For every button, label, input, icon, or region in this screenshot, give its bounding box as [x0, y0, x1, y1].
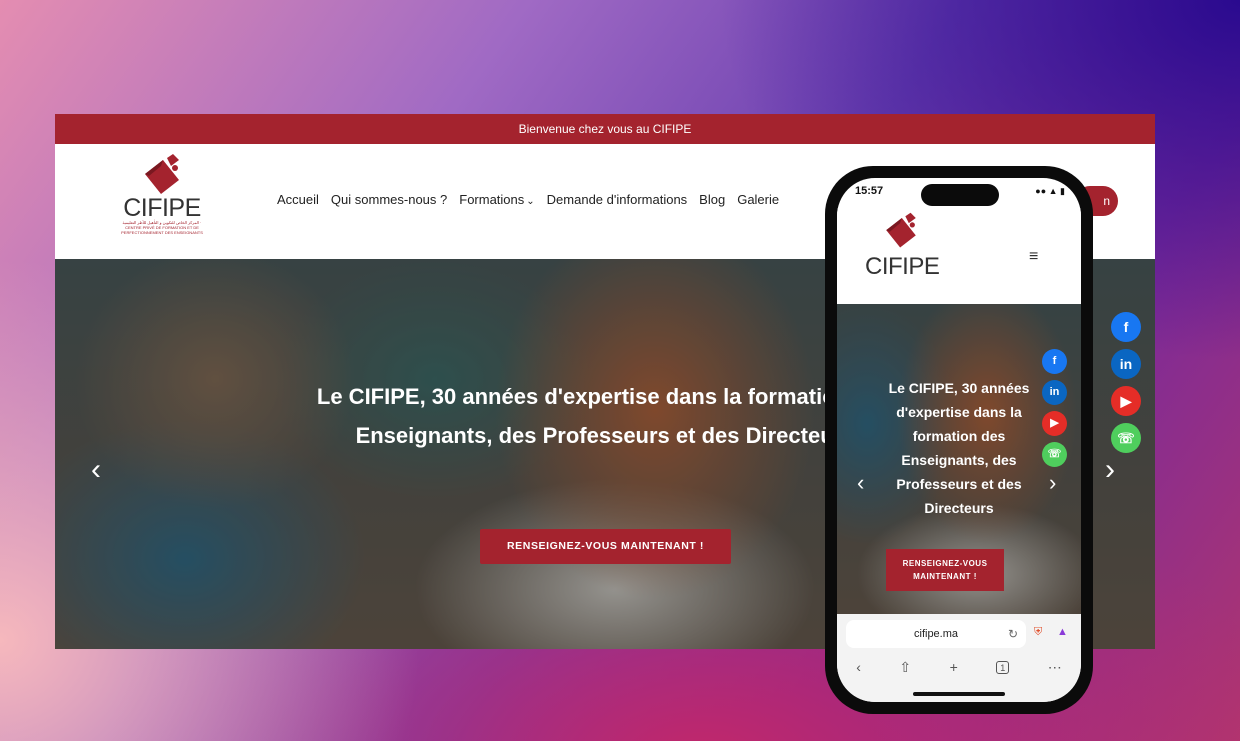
slider-prev-icon[interactable]: ‹: [91, 455, 101, 485]
mobile-header: CIFIPE ≡: [837, 208, 1081, 304]
nav-accueil[interactable]: Accueil: [277, 192, 319, 207]
mobile-hero: Le CIFIPE, 30 années d'expertise dans la…: [837, 304, 1081, 614]
status-icons: ●● ▲ ▮: [1035, 186, 1065, 196]
mobile-hero-cta-button[interactable]: RENSEIGNEZ-VOUS MAINTENANT !: [886, 549, 1004, 591]
mobile-hero-title: Le CIFIPE, 30 années d'expertise dans la…: [888, 380, 1030, 516]
book-logo-icon: [145, 154, 179, 194]
mobile-whatsapp-icon[interactable]: ☏: [1042, 442, 1067, 467]
share-icon[interactable]: ⇧: [899, 659, 911, 676]
mobile-slider-next-icon[interactable]: ›: [1049, 472, 1056, 494]
back-icon[interactable]: ‹: [856, 659, 861, 676]
linkedin-icon[interactable]: in: [1111, 349, 1141, 379]
more-icon[interactable]: ⋯: [1048, 659, 1062, 676]
phone-frame: 15:57 ●● ▲ ▮ CIFIPE ≡ Le CIFIPE, 30 anné…: [825, 166, 1093, 714]
facebook-icon[interactable]: f: [1111, 312, 1141, 342]
mobile-logo-text: CIFIPE: [865, 253, 940, 280]
mobile-linkedin-icon[interactable]: in: [1042, 380, 1067, 405]
home-indicator: [913, 692, 1005, 696]
brave-rewards-icon[interactable]: ▲: [1057, 626, 1068, 638]
browser-bar: cifipe.ma ↻ ⛨ ▲ ‹ ⇧ + 1 ⋯: [837, 614, 1081, 702]
url-text: cifipe.ma: [914, 628, 959, 640]
cifipe-logo[interactable]: CIFIPE المركز الخاص للتكوين و التأهيل لل…: [121, 154, 203, 235]
main-nav: Accueil Qui sommes-nous ? Formations ⌄ De…: [277, 192, 779, 207]
dynamic-island: [921, 184, 999, 206]
nav-demande-informations[interactable]: Demande d'informations: [547, 192, 688, 207]
hamburger-icon[interactable]: ≡: [1029, 248, 1038, 266]
nav-formations[interactable]: Formations ⌄: [459, 192, 534, 207]
nav-formations-label: Formations: [459, 192, 525, 207]
slider-next-icon[interactable]: ›: [1105, 455, 1115, 485]
youtube-icon[interactable]: ▶: [1111, 386, 1141, 416]
nav-galerie[interactable]: Galerie: [737, 192, 779, 207]
mobile-youtube-icon[interactable]: ▶: [1042, 411, 1067, 436]
browser-toolbar: ‹ ⇧ + 1 ⋯: [837, 659, 1081, 676]
reload-icon[interactable]: ↻: [1008, 620, 1018, 648]
book-logo-icon: [886, 212, 916, 248]
whatsapp-icon[interactable]: ☏: [1111, 423, 1141, 453]
logo-subtitle: المركز الخاص للتكوين و التأهيل للأطر الت…: [121, 220, 203, 235]
url-field[interactable]: cifipe.ma ↻: [846, 620, 1026, 648]
mobile-facebook-icon[interactable]: f: [1042, 349, 1067, 374]
mobile-logo[interactable]: CIFIPE: [865, 212, 940, 280]
phone-screen: 15:57 ●● ▲ ▮ CIFIPE ≡ Le CIFIPE, 30 anné…: [837, 178, 1081, 702]
mobile-slider-prev-icon[interactable]: ‹: [857, 472, 864, 494]
chevron-down-icon: ⌄: [526, 196, 535, 207]
tabs-icon[interactable]: 1: [996, 661, 1010, 674]
new-tab-icon[interactable]: +: [950, 659, 958, 676]
nav-qui-sommes-nous[interactable]: Qui sommes-nous ?: [331, 192, 447, 207]
status-time: 15:57: [855, 185, 884, 197]
welcome-bar: Bienvenue chez vous au CIFIPE: [55, 114, 1155, 144]
nav-blog[interactable]: Blog: [699, 192, 725, 207]
logo-text: CIFIPE: [123, 194, 201, 222]
hero-cta-button[interactable]: RENSEIGNEZ-VOUS MAINTENANT !: [480, 529, 731, 564]
hero-title: Le CIFIPE, 30 années d'expertise dans la…: [316, 384, 894, 448]
brave-shield-icon[interactable]: ⛨: [1034, 626, 1042, 639]
